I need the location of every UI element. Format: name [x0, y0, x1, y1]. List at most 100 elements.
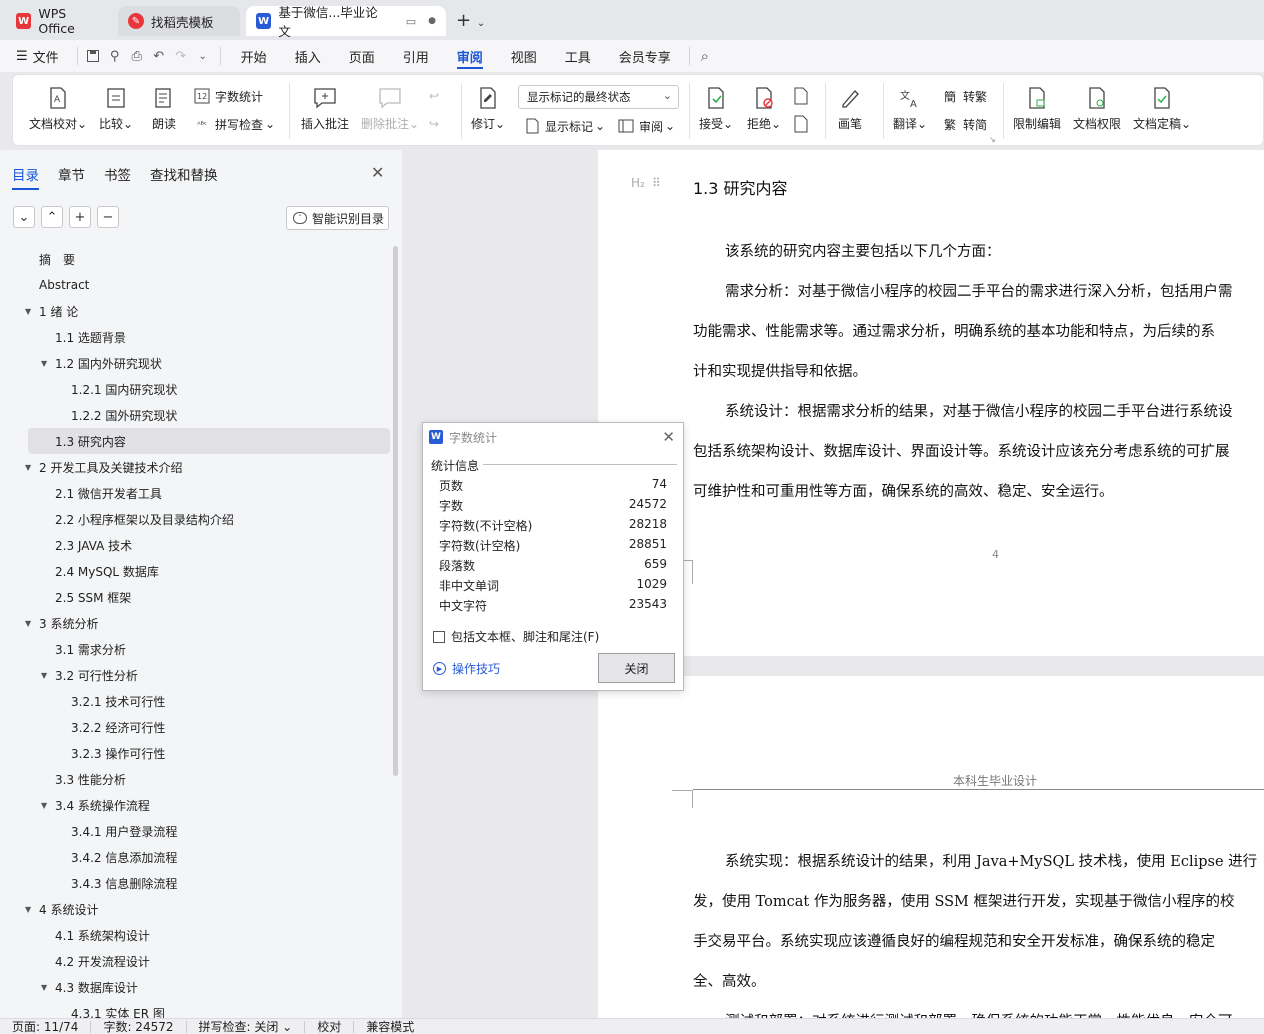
caret-down-icon[interactable]: ▼ [25, 307, 31, 316]
toc-item[interactable]: 4.2 开发流程设计 [0, 948, 390, 974]
toc-item[interactable]: 2.1 微信开发者工具 [0, 480, 390, 506]
undo-icon[interactable]: ↶ [148, 45, 170, 67]
nav-tab-find-replace[interactable]: 查找和替换 [150, 164, 218, 184]
dialog-title-bar[interactable]: W 字数统计 [423, 423, 683, 451]
finalize-button[interactable]: 文档定稿⌄ [1133, 85, 1191, 132]
tab-wps-office[interactable]: W WPS Office [6, 6, 114, 36]
toc-item[interactable]: 1.2.2 国外研究现状 [0, 402, 390, 428]
toc-item[interactable]: 1.1 选题背景 [0, 324, 390, 350]
file-menu[interactable]: ☰ 文件 [0, 40, 73, 72]
insert-comment-button[interactable]: 插入批注 [301, 85, 349, 132]
toc-item[interactable]: ▼ 3.4 系统操作流程 [0, 792, 390, 818]
toc-item[interactable]: ▼ 3 系统分析 [0, 610, 390, 636]
toc-item[interactable]: 3.2.3 操作可行性 [0, 740, 390, 766]
tab-document[interactable]: W 基于微信...毕业论文 ▭ ● [246, 5, 446, 39]
toc-item[interactable]: 2.4 MySQL 数据库 [0, 558, 390, 584]
print-preview-icon[interactable]: ⎙ [126, 45, 148, 67]
read-aloud-button[interactable]: 朗读 [151, 85, 177, 132]
prev-comment-icon[interactable]: ↩ [429, 89, 439, 103]
toc-item[interactable]: ▼ 1 绪 论 [0, 298, 390, 324]
nav-scrollbar[interactable] [393, 246, 398, 776]
nav-tab-bookmark[interactable]: 书签 [104, 164, 131, 184]
pen-button[interactable]: 画笔 [837, 85, 863, 132]
toc-item[interactable]: 3.4.2 信息添加流程 [0, 844, 390, 870]
nav-tab-toc[interactable]: 目录 [12, 164, 39, 190]
doc-permission-button[interactable]: 文档权限 [1073, 85, 1121, 132]
redo-icon[interactable]: ↷ [170, 45, 192, 67]
toc-item[interactable]: 2.3 JAVA 技术 [0, 532, 390, 558]
screen-icon[interactable]: ▭ [406, 15, 416, 28]
delete-comment-button[interactable]: 删除批注⌄ [361, 85, 419, 132]
ribbon-expand-icon[interactable]: ↘ [989, 135, 996, 144]
spell-check-button[interactable]: ᴬᴮᶜ 拼写检查 ⌄ [193, 115, 275, 133]
toc-item[interactable]: 摘 要 [0, 246, 390, 272]
toc-item[interactable]: 3.2.1 技术可行性 [0, 688, 390, 714]
compare-button[interactable]: 比较⌄ [99, 85, 133, 132]
menu-review[interactable]: 审阅 [443, 40, 497, 72]
close-icon[interactable]: ✕ [662, 428, 675, 446]
toc-item[interactable]: 1.2.1 国内研究现状 [0, 376, 390, 402]
next-comment-icon[interactable]: ↪ [429, 117, 439, 131]
menu-page[interactable]: 页面 [335, 40, 389, 72]
toc-item[interactable]: 3.2.2 经济可行性 [0, 714, 390, 740]
prev-change-icon[interactable] [793, 87, 809, 105]
document-page[interactable]: 本科生毕业设计 系统实现：根据系统设计的结果，利用 Java+MySQL 技术栈… [598, 676, 1264, 1018]
toc-item[interactable]: ▼ 3.2 可行性分析 [0, 662, 390, 688]
caret-down-icon[interactable]: ▼ [41, 359, 47, 368]
document-page[interactable]: H₂ ⠿ 1.3 研究内容 该系统的研究内容主要包括以下几个方面： 需求分析：对基… [598, 150, 1264, 656]
save-icon[interactable] [82, 45, 104, 67]
to-traditional-button[interactable]: 簡 转繁 [941, 87, 987, 105]
new-tab-button[interactable]: + ⌄ [456, 10, 485, 31]
include-notes-checkbox[interactable]: 包括文本框、脚注和尾注(F) [433, 628, 599, 645]
checkbox-box[interactable] [433, 630, 445, 643]
toc-item[interactable]: Abstract [0, 272, 390, 298]
caret-down-icon[interactable]: ▼ [41, 671, 47, 680]
unsaved-dot-icon[interactable]: ● [428, 16, 436, 26]
share-icon[interactable]: ⚲ [104, 45, 126, 67]
add-heading-button[interactable]: + [69, 206, 91, 228]
markup-state-dropdown[interactable]: 显示标记的最终状态 ⌄ [518, 85, 679, 109]
caret-down-icon[interactable]: ▼ [41, 801, 47, 810]
word-count-button[interactable]: 12 字数统计 [193, 87, 263, 105]
menu-insert[interactable]: 插入 [281, 40, 335, 72]
collapse-all-button[interactable]: ⌄ [13, 206, 35, 228]
more-chevron-icon[interactable]: ⌄ [192, 45, 214, 67]
toc-item[interactable]: 2.2 小程序框架以及目录结构介绍 [0, 506, 390, 532]
to-simplified-button[interactable]: 繁 转简 [941, 115, 987, 133]
status-spell-check[interactable]: 拼写检查: 关闭 ⌄ [187, 1018, 305, 1034]
nav-tab-chapter[interactable]: 章节 [58, 164, 85, 184]
menu-view[interactable]: 视图 [497, 40, 551, 72]
toc-item[interactable]: ▼ 2 开发工具及关键技术介绍 [0, 454, 390, 480]
close-icon[interactable]: ✕ [371, 163, 384, 182]
toc-item[interactable]: 3.4.1 用户登录流程 [0, 818, 390, 844]
caret-down-icon[interactable]: ▼ [41, 983, 47, 992]
expand-up-button[interactable]: ⌃ [41, 206, 63, 228]
restrict-edit-button[interactable]: 限制编辑 [1013, 85, 1061, 132]
toc-item[interactable]: ▼ 4 系统设计 [0, 896, 390, 922]
track-changes-button[interactable]: 修订⌄ [471, 85, 505, 132]
translate-button[interactable]: 文A 翻译⌄ [893, 85, 927, 132]
menu-tools[interactable]: 工具 [551, 40, 605, 72]
doc-check-button[interactable]: A 文档校对⌄ [29, 85, 87, 132]
toc-item[interactable]: 4.1 系统架构设计 [0, 922, 390, 948]
toc-item[interactable]: 2.5 SSM 框架 [0, 584, 390, 610]
menu-member[interactable]: 会员专享 [605, 40, 685, 72]
caret-down-icon[interactable]: ▼ [25, 463, 31, 472]
toc-item[interactable]: 1.3 研究内容 [28, 428, 390, 454]
smart-toc-button[interactable]: ˘ 智能识别目录 [286, 206, 389, 230]
toc-item[interactable]: ▼ 4.3 数据库设计 [0, 974, 390, 1000]
show-markup-button[interactable]: 显示标记 ⌄ [523, 117, 605, 135]
remove-heading-button[interactable]: − [97, 206, 119, 228]
status-word-count[interactable]: 字数: 24572 [91, 1018, 185, 1034]
close-button[interactable]: 关闭 [598, 653, 675, 683]
tab-template[interactable]: ✎ 找稻壳模板 [118, 6, 240, 36]
toc-item[interactable]: 3.1 需求分析 [0, 636, 390, 662]
menu-start[interactable]: 开始 [227, 40, 281, 72]
search-icon[interactable]: ⌕ [694, 45, 716, 67]
next-change-icon[interactable] [793, 115, 809, 133]
status-page[interactable]: 页面: 11/74 [0, 1018, 90, 1034]
toc-item[interactable]: 3.4.3 信息删除流程 [0, 870, 390, 896]
accept-button[interactable]: 接受⌄ [699, 85, 733, 132]
drag-handle-icon[interactable]: ⠿ [652, 176, 661, 190]
toc-item[interactable]: ▼ 1.2 国内外研究现状 [0, 350, 390, 376]
